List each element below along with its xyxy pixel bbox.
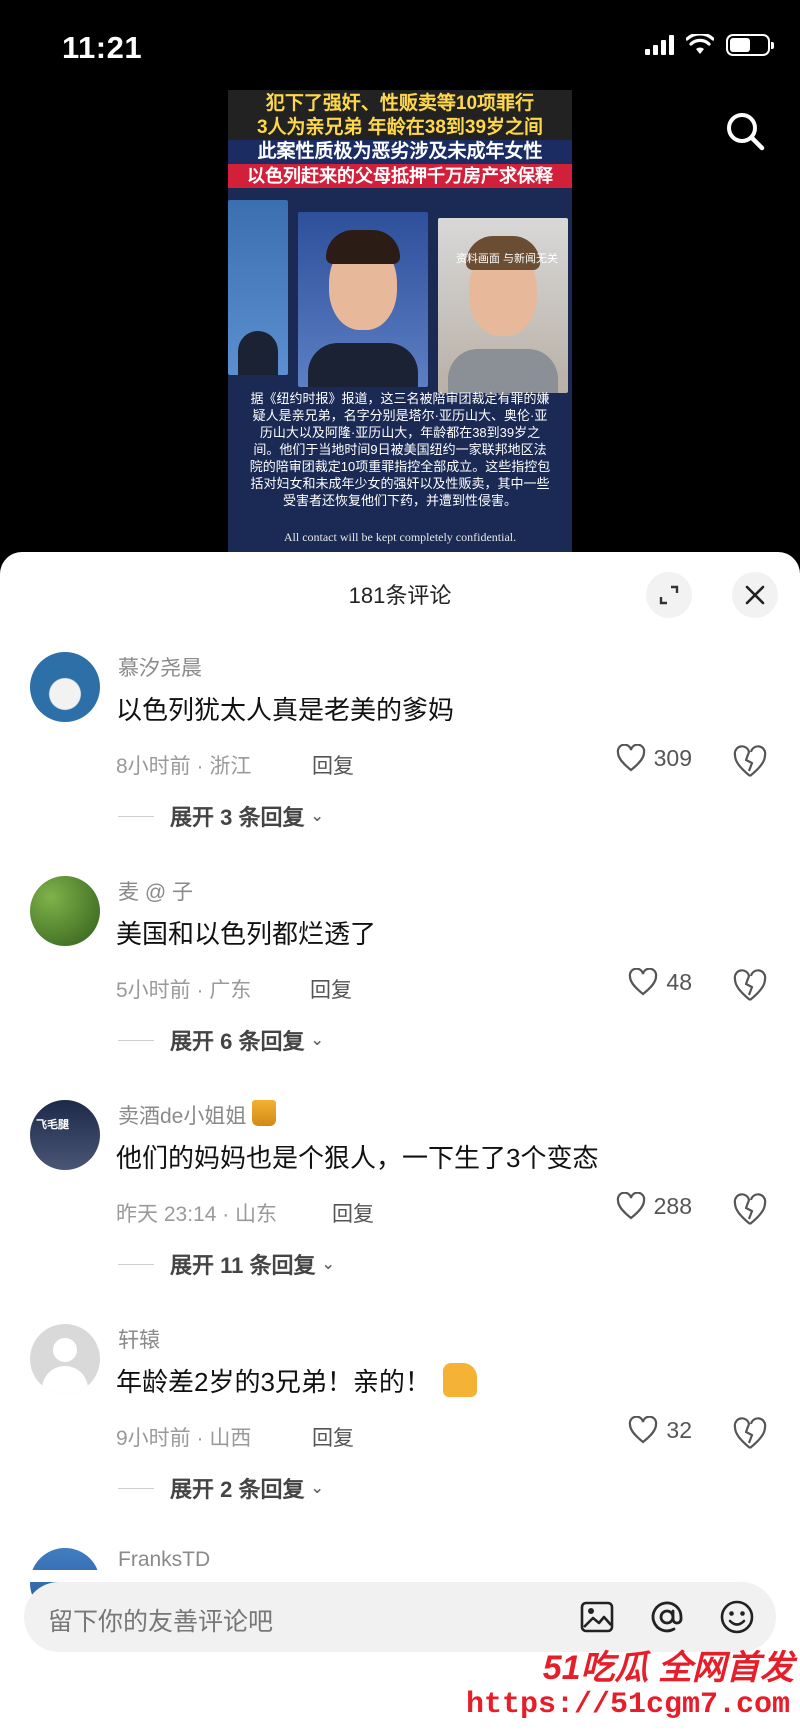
comment-username[interactable]: 慕汐尧晨	[118, 652, 202, 682]
caption-line: 3人为亲兄弟 年龄在38到39岁之间	[228, 116, 572, 140]
mugshot-photo	[228, 200, 288, 375]
expand-replies-label: 展开 3 条回复	[170, 805, 305, 830]
site-watermark: 51吃瓜 全网首发 https://51cgm7.com	[461, 1638, 800, 1731]
comment-username[interactable]: 轩辕	[118, 1324, 160, 1354]
dislike-broken-heart-icon[interactable]	[732, 968, 768, 1004]
close-icon	[745, 585, 765, 605]
video-article-text: 据《纽约时报》报道，这三名被陪审团裁定有罪的嫌疑人是亲兄弟，名字分别是塔尔·亚历…	[249, 391, 551, 508]
avatar[interactable]: 飞毛腿	[30, 1100, 100, 1170]
comments-sheet: 181条评论 慕汐尧晨 以色列犹太人真是老美的爹妈 8小时前 · 浙江 回复 3…	[0, 552, 800, 1731]
like-button[interactable]: 288	[616, 1192, 692, 1220]
chevron-down-icon: ⌄	[310, 1480, 324, 1497]
like-button[interactable]: 309	[616, 744, 692, 772]
chevron-down-icon: ⌄	[310, 1032, 324, 1049]
video-caption: 犯下了强奸、性贩卖等10项罪行 3人为亲兄弟 年龄在38到39岁之间 此案性质极…	[228, 90, 572, 188]
expand-sheet-button[interactable]	[646, 572, 692, 618]
heart-icon	[616, 1192, 645, 1220]
emoji-icon[interactable]	[718, 1598, 756, 1636]
comment-meta: 昨天 23:14 · 山东	[116, 1203, 278, 1226]
dislike-broken-heart-icon[interactable]	[732, 744, 768, 780]
like-count: 32	[666, 1416, 692, 1443]
like-button[interactable]: 48	[628, 968, 692, 996]
comment-input-placeholder: 留下你的友善评论吧	[48, 1608, 274, 1636]
expand-replies-label: 展开 11 条回复	[170, 1253, 316, 1278]
comment-username[interactable]: FranksTD	[118, 1548, 210, 1572]
video-disclaimer: 资料画面 与新闻无关	[455, 253, 558, 265]
avatar-sign-text: 飞毛腿	[36, 1119, 69, 1131]
heart-icon	[616, 744, 645, 772]
comment-meta: 8小时前 · 浙江	[116, 755, 252, 778]
status-bar: 11:21	[0, 0, 800, 90]
comment-username[interactable]: 麦 @ 子	[118, 876, 193, 906]
expand-replies-button[interactable]: 展开 2 条回复 ⌄	[118, 1472, 324, 1504]
reply-button[interactable]: 回复	[312, 750, 354, 780]
comment-text[interactable]: 美国和以色列都烂透了	[116, 914, 376, 951]
caption-line: 此案性质极为恶劣涉及未成年女性	[228, 140, 572, 164]
search-icon[interactable]	[724, 110, 766, 152]
comment-username[interactable]: 卖酒de小姐姐	[118, 1100, 277, 1130]
avatar[interactable]	[30, 1324, 100, 1394]
caption-line: 以色列赶来的父母抵押千万房产求保释	[228, 164, 572, 188]
avatar[interactable]	[30, 652, 100, 722]
reply-button[interactable]: 回复	[332, 1198, 374, 1228]
like-count: 309	[653, 744, 692, 771]
comment-text[interactable]: 年龄差2岁的3兄弟！亲的！	[116, 1362, 477, 1399]
video-frame[interactable]: 犯下了强奸、性贩卖等10项罪行 3人为亲兄弟 年龄在38到39岁之间 此案性质极…	[228, 90, 572, 552]
like-button[interactable]: 32	[628, 1416, 692, 1444]
expand-icon	[659, 585, 679, 605]
reply-button[interactable]: 回复	[310, 974, 352, 1004]
chevron-down-icon: ⌄	[310, 808, 324, 825]
battery-icon	[726, 34, 774, 56]
comment-item: 慕汐尧晨 以色列犹太人真是老美的爹妈 8小时前 · 浙江 回复 309 展开 3…	[0, 652, 800, 876]
mention-at-icon[interactable]	[648, 1598, 686, 1636]
dislike-broken-heart-icon[interactable]	[732, 1192, 768, 1228]
heart-icon	[629, 968, 658, 996]
comment-item: 麦 @ 子 美国和以色列都烂透了 5小时前 · 广东 回复 48 展开 6 条回…	[0, 876, 800, 1100]
wifi-icon	[686, 34, 714, 54]
caption-line: 犯下了强奸、性贩卖等10项罪行	[228, 90, 572, 116]
mugshot-photo	[298, 212, 428, 387]
watermark-url-text: https://51cgm7.com	[461, 1688, 794, 1722]
expand-replies-button[interactable]: 展开 3 条回复 ⌄	[118, 800, 324, 832]
mugshot-photo	[438, 218, 568, 393]
comment-text[interactable]: 他们的妈妈也是个狠人，一下生了3个变态	[116, 1138, 598, 1175]
beer-emoji-icon	[252, 1100, 277, 1126]
comment-meta: 9小时前 · 山西	[116, 1427, 252, 1450]
expand-replies-button[interactable]: 展开 11 条回复 ⌄	[118, 1248, 335, 1280]
thumbs-up-emoji-icon	[442, 1363, 477, 1397]
input-area-background	[0, 1570, 800, 1582]
status-icons	[645, 34, 774, 56]
comment-meta: 5小时前 · 广东	[116, 979, 252, 1002]
image-icon[interactable]	[578, 1598, 616, 1636]
video-contact-text: All contact will be kept completely conf…	[283, 530, 517, 544]
like-count: 48	[666, 968, 692, 995]
mugshot-photos	[228, 200, 572, 393]
comment-text[interactable]: 以色列犹太人真是老美的爹妈	[116, 690, 454, 727]
reply-button[interactable]: 回复	[312, 1422, 354, 1452]
expand-replies-label: 展开 2 条回复	[170, 1477, 305, 1502]
expand-replies-button[interactable]: 展开 6 条回复 ⌄	[118, 1024, 324, 1056]
chevron-down-icon: ⌄	[321, 1256, 335, 1273]
dislike-broken-heart-icon[interactable]	[732, 1416, 768, 1452]
avatar[interactable]	[30, 876, 100, 946]
comment-item: 飞毛腿 卖酒de小姐姐 他们的妈妈也是个狠人，一下生了3个变态 昨天 23:14…	[0, 1100, 800, 1324]
status-time: 11:21	[62, 30, 143, 65]
expand-replies-label: 展开 6 条回复	[170, 1029, 305, 1054]
like-count: 288	[653, 1192, 692, 1219]
comment-item: 轩辕 年龄差2岁的3兄弟！亲的！ 9小时前 · 山西 回复 32 展开 2 条回…	[0, 1324, 800, 1548]
close-sheet-button[interactable]	[732, 572, 778, 618]
cellular-signal-icon	[645, 35, 674, 55]
heart-icon	[629, 1416, 658, 1444]
watermark-top-text: 51吃瓜 全网首发	[542, 1649, 794, 1687]
